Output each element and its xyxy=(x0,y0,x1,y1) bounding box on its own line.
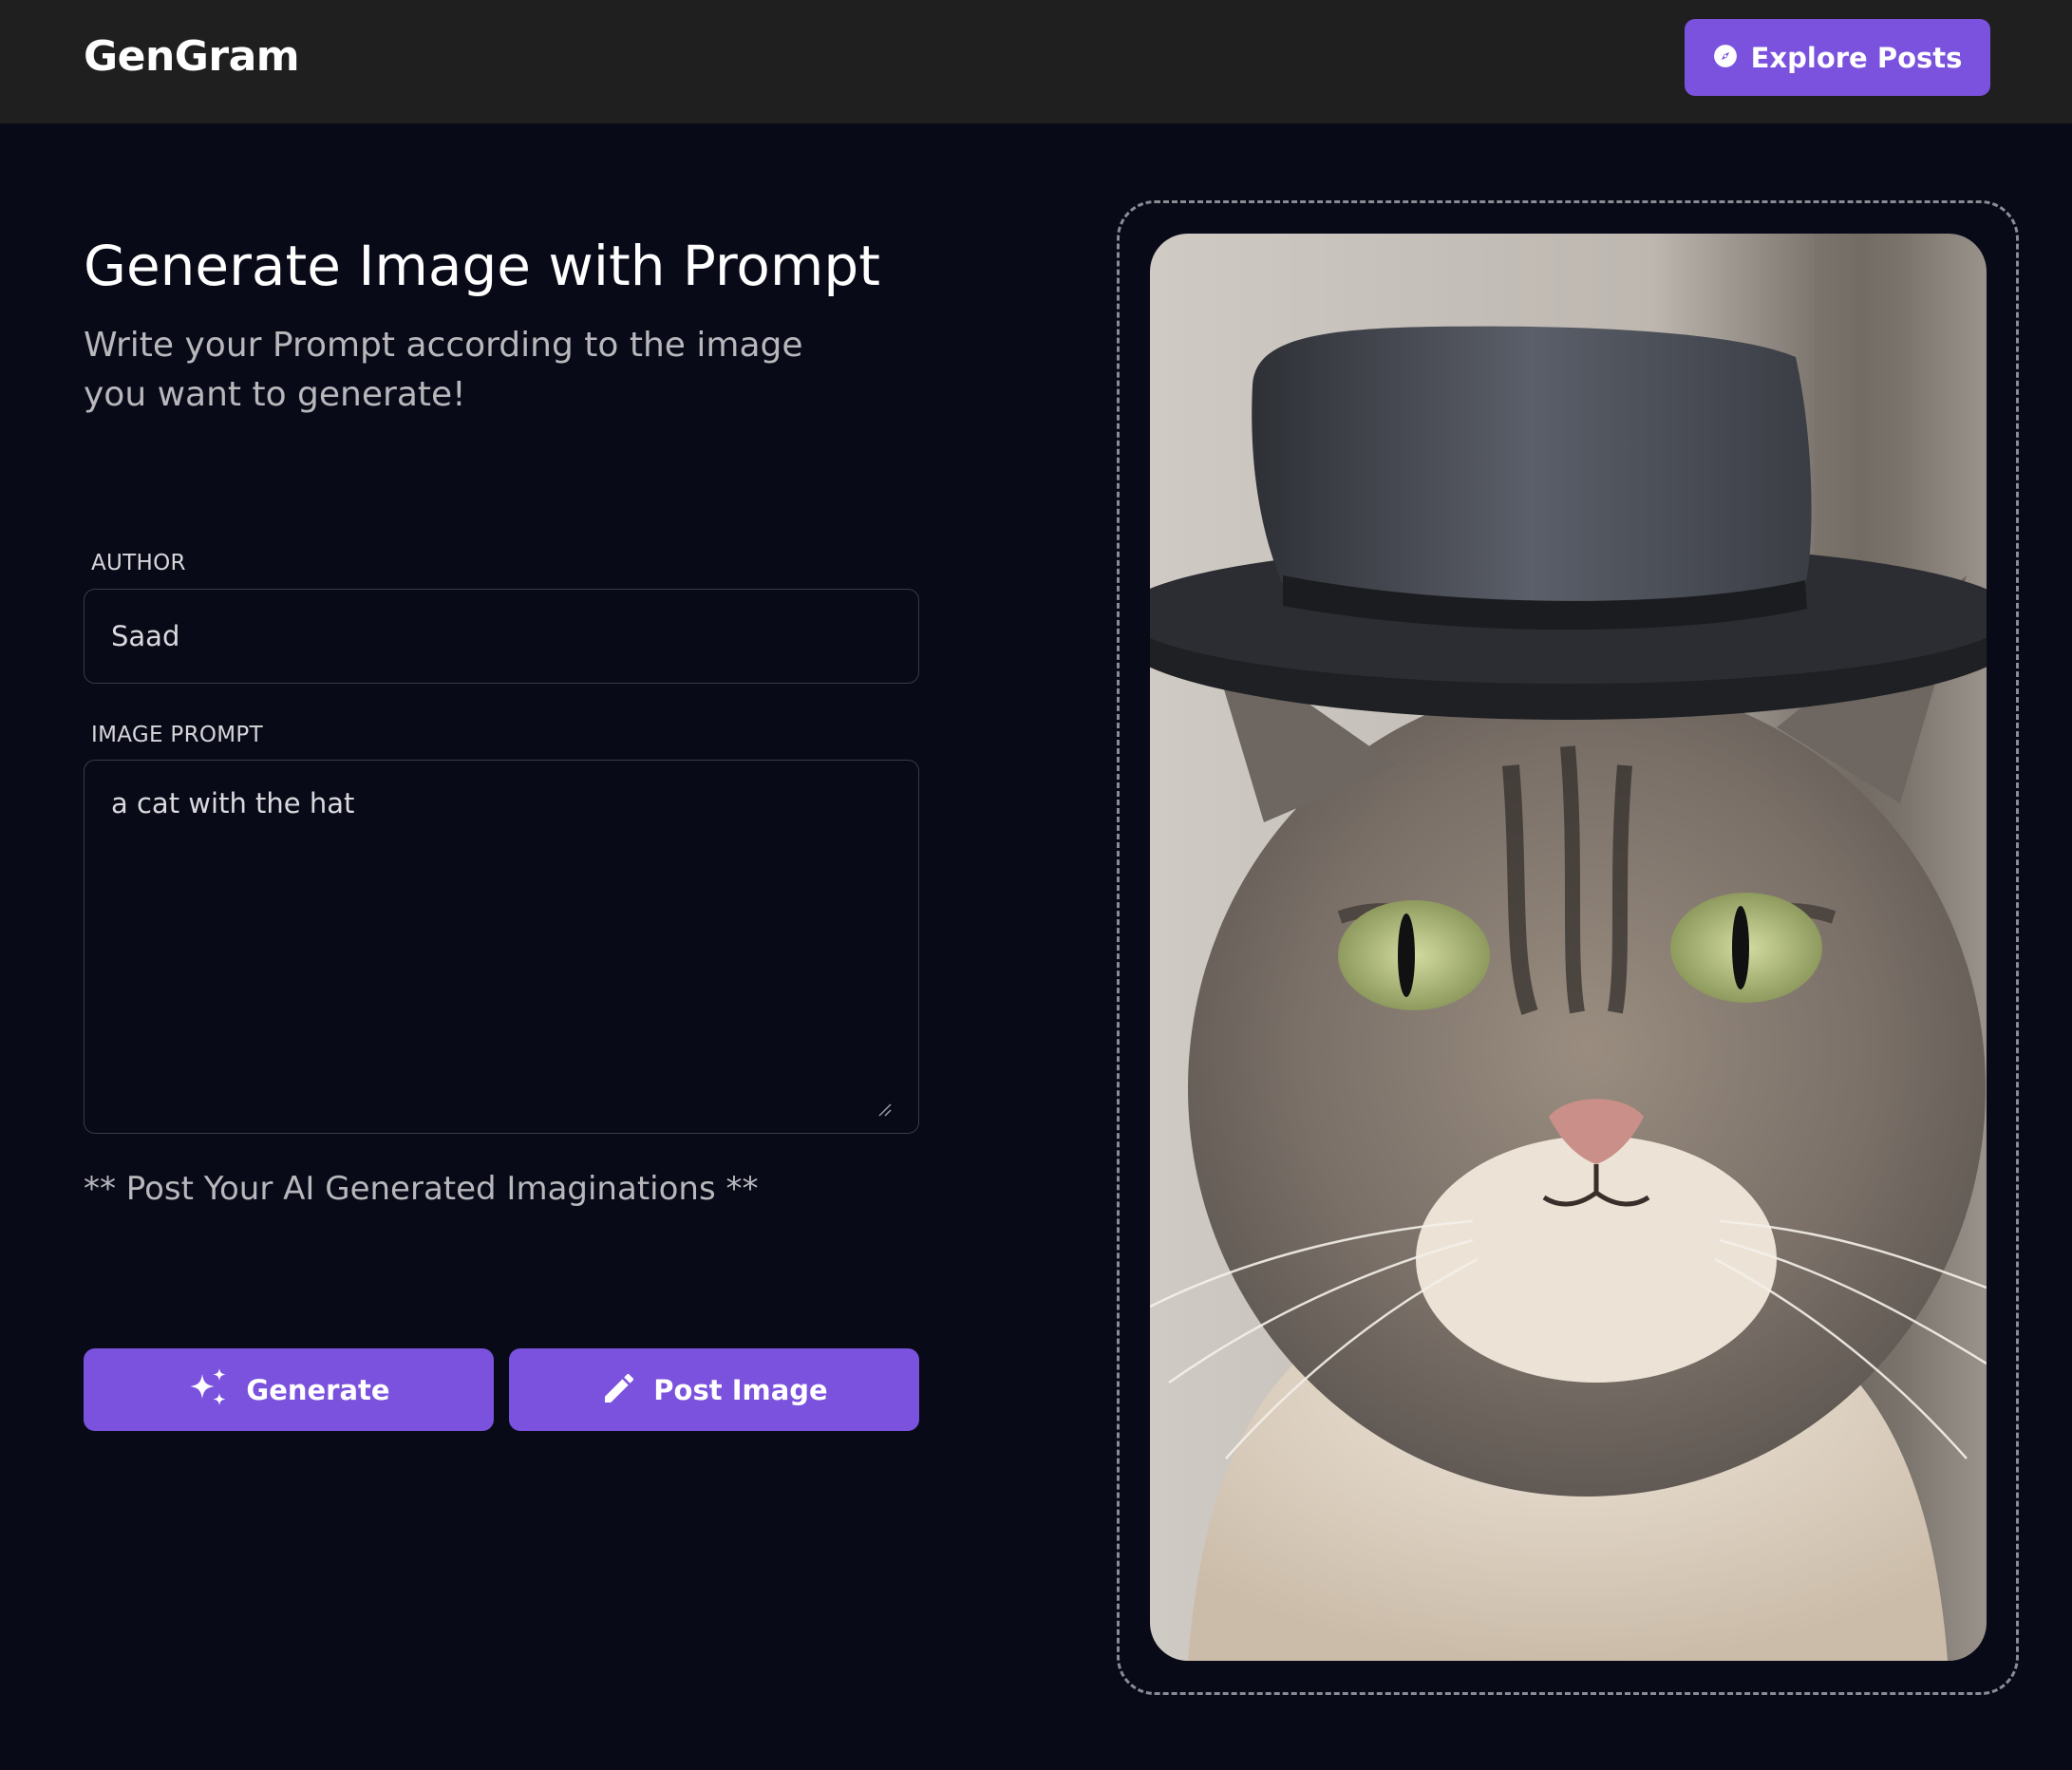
author-input-value: Saad xyxy=(111,620,180,652)
explore-posts-label: Explore Posts xyxy=(1750,41,1963,74)
compass-icon xyxy=(1713,44,1738,72)
pencil-icon xyxy=(600,1369,638,1411)
author-label: AUTHOR xyxy=(91,551,186,575)
resize-grip-icon[interactable] xyxy=(876,1091,892,1117)
image-prompt-textarea[interactable]: a cat with the hat xyxy=(84,760,919,1134)
page-title: Generate Image with Prompt xyxy=(84,234,880,298)
tagline: ** Post Your AI Generated Imaginations *… xyxy=(84,1170,759,1208)
top-navbar: GenGram Explore Posts xyxy=(0,0,2072,123)
generate-label: Generate xyxy=(246,1373,390,1406)
generate-button[interactable]: Generate xyxy=(84,1348,494,1431)
post-image-label: Post Image xyxy=(653,1373,828,1406)
image-prompt-label: IMAGE PROMPT xyxy=(91,723,263,747)
explore-posts-button[interactable]: Explore Posts xyxy=(1685,19,1990,96)
page-subtitle: Write your Prompt according to the image… xyxy=(84,326,803,414)
brand-logo[interactable]: GenGram xyxy=(84,32,300,81)
sparkles-icon xyxy=(187,1366,231,1414)
author-input[interactable]: Saad xyxy=(84,589,919,684)
image-prompt-value: a cat with the hat xyxy=(111,787,355,819)
post-image-button[interactable]: Post Image xyxy=(509,1348,919,1431)
generated-image xyxy=(1150,234,1987,1661)
